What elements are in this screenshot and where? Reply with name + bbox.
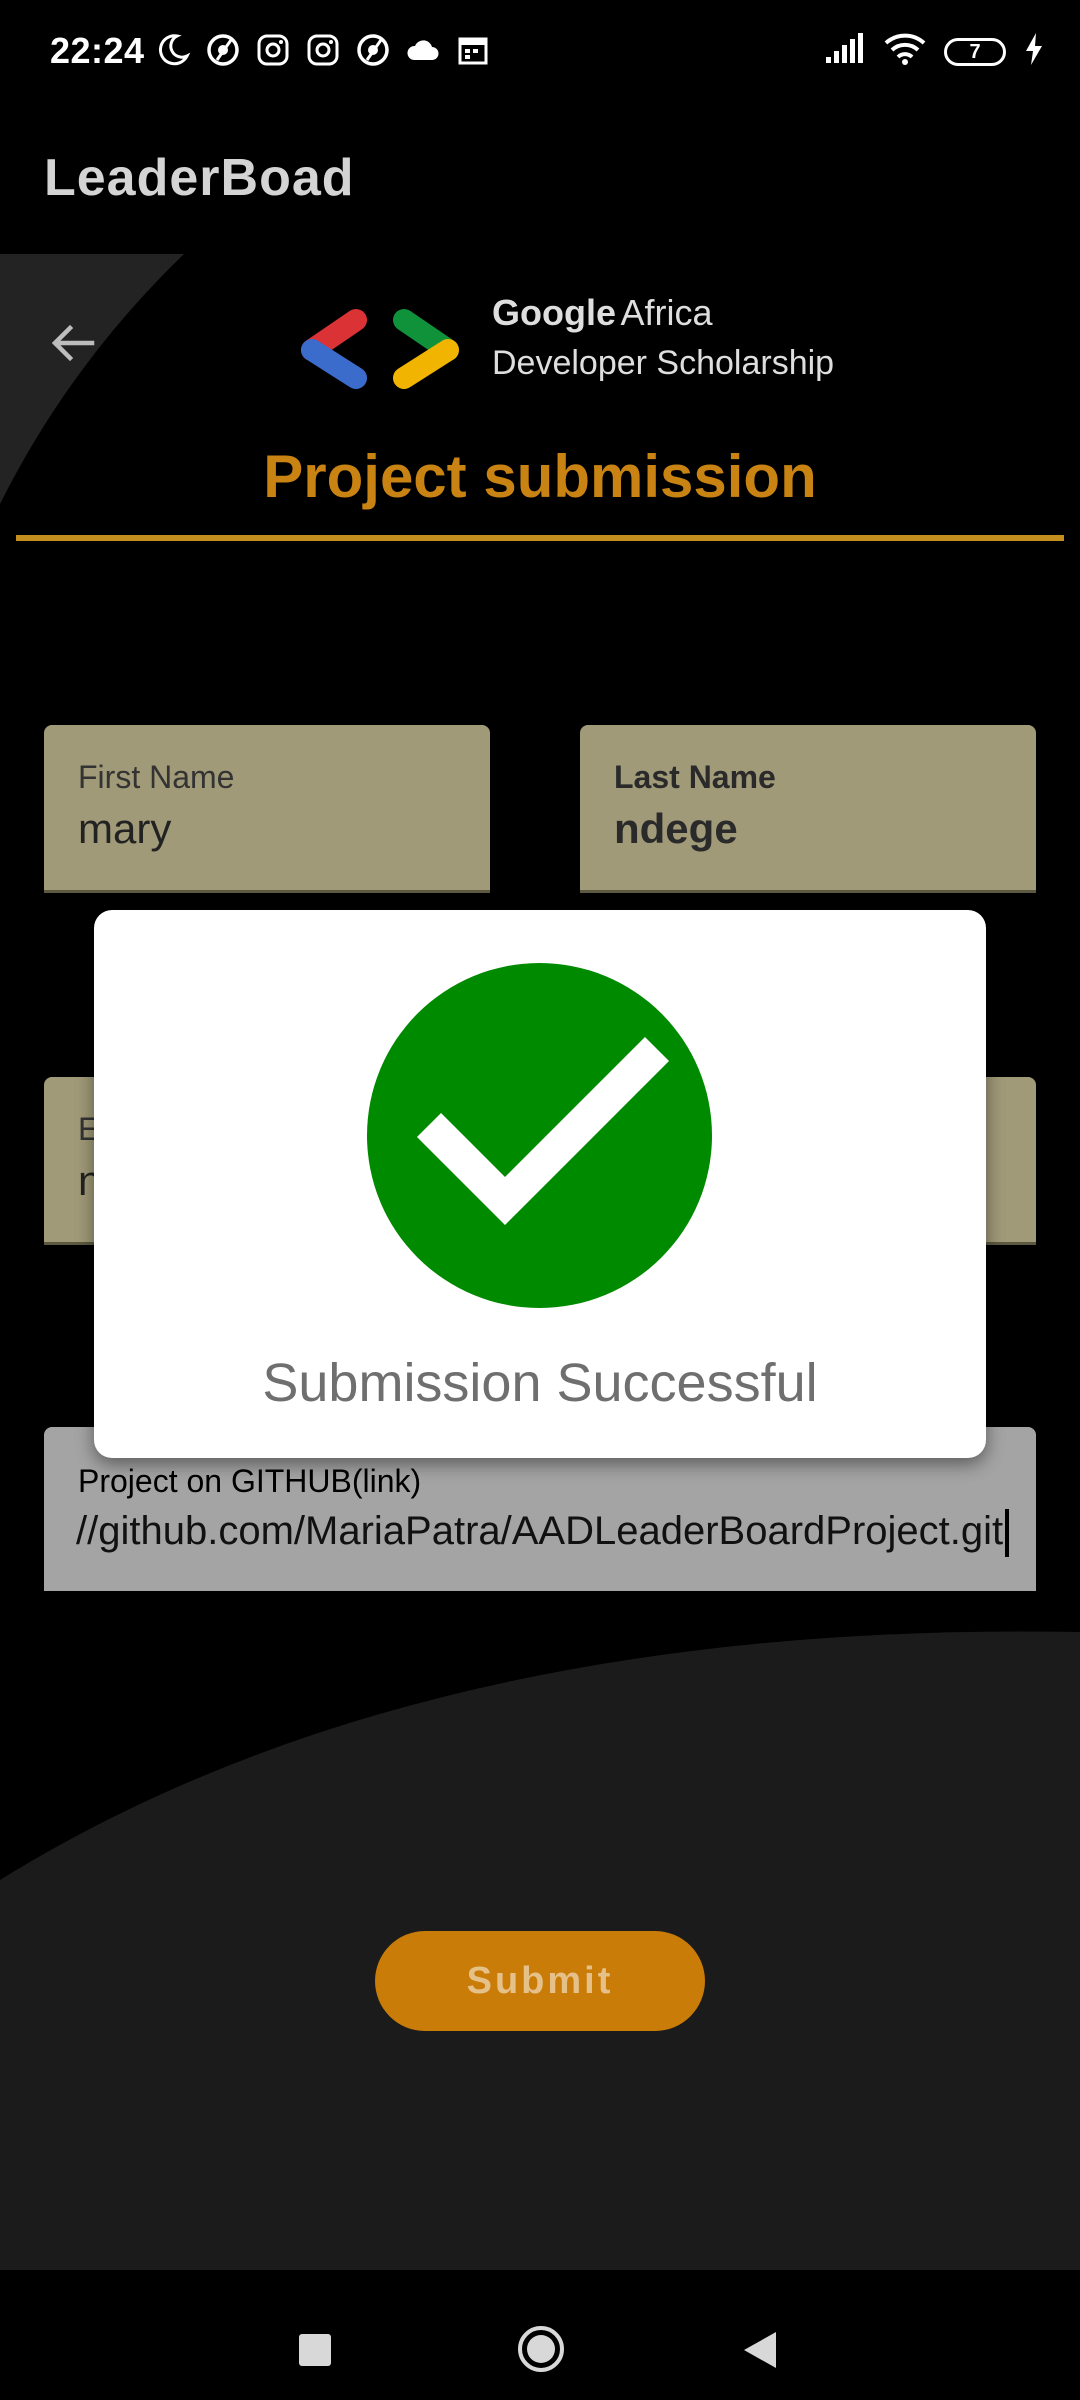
submit-button[interactable]: Submit — [375, 1931, 705, 2031]
status-bar: 22:24 7 — [0, 0, 1080, 104]
cloud-icon — [405, 32, 441, 68]
github-link-value: //github.com/MariaPatra/AADLeaderBoardPr… — [76, 1509, 1010, 1558]
gads-logo-icon — [301, 309, 459, 389]
logo-africa-text: Africa — [620, 292, 713, 333]
last-name-field[interactable]: Last Name ndege — [580, 725, 1036, 893]
battery-icon: 7 — [944, 37, 1006, 66]
logo-google-text: Google — [492, 292, 616, 333]
navigation-bar — [0, 2270, 1080, 2400]
first-name-value: mary — [78, 805, 172, 852]
dialog-message: Submission Successful — [262, 1353, 818, 1413]
page-title: Project submission — [263, 443, 817, 510]
wifi-icon — [884, 32, 926, 71]
success-dialog[interactable]: Submission Successful — [94, 910, 986, 1458]
app-title: LeaderBoad — [44, 149, 355, 207]
check-circle-icon — [367, 963, 712, 1308]
arrow-back-icon[interactable] — [48, 318, 98, 368]
first-name-field[interactable]: First Name mary — [44, 725, 490, 893]
text-cursor — [1005, 1509, 1010, 1558]
last-name-value: ndege — [614, 805, 738, 852]
back-triangle-icon[interactable] — [744, 2332, 776, 2368]
title-divider — [16, 535, 1064, 541]
first-name-label: First Name — [78, 759, 235, 795]
logo-subtitle: Developer Scholarship — [492, 344, 835, 382]
moon-icon — [155, 32, 191, 68]
status-system-icons: 7 — [824, 32, 1044, 71]
instagram-icon — [255, 32, 291, 68]
sync-icon — [205, 32, 241, 68]
status-time: 22:24 — [50, 30, 145, 71]
charging-icon — [1024, 33, 1044, 70]
screen: 22:24 7 LeaderBoad Google Africa Develop… — [0, 0, 1080, 2400]
github-link-label: Project on GITHUB(link) — [78, 1463, 422, 1499]
github-link-text: //github.com/MariaPatra/AADLeaderBoardPr… — [76, 1509, 1004, 1553]
last-name-label: Last Name — [614, 759, 776, 795]
home-circle-icon[interactable] — [518, 2326, 564, 2372]
instagram-icon — [305, 32, 341, 68]
status-notification-icons — [155, 32, 491, 68]
gads-logo-text: Google Africa Developer Scholarship — [492, 292, 834, 384]
app-bar: LeaderBoad — [0, 104, 1080, 254]
sync-icon — [355, 32, 391, 68]
signal-icon — [824, 33, 866, 70]
recents-square-icon[interactable] — [299, 2334, 331, 2366]
calendar-icon — [455, 32, 491, 68]
